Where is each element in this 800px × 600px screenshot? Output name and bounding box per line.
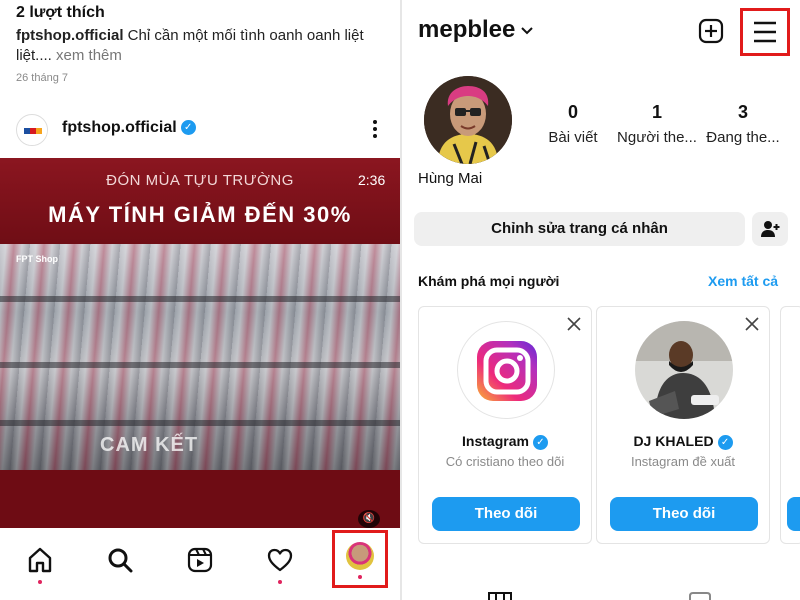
profile-tabs (402, 586, 800, 600)
verified-badge-icon: ✓ (717, 434, 733, 450)
feed-panel: 2 lượt thích fptshop.official Chỉ cần mộ… (0, 0, 400, 600)
promo-banner: ĐÓN MÙA TỰU TRƯỜNG MÁY TÍNH GIẢM ĐẾN 30%… (0, 158, 400, 244)
suggestion-avatar[interactable] (635, 321, 733, 419)
follow-button[interactable]: Theo dõi (432, 497, 580, 531)
tagged-icon[interactable] (688, 592, 712, 600)
post-author-name[interactable]: fptshop.official ✓ (62, 119, 196, 137)
store-photo: FPT Shop CAM KẾT (0, 244, 400, 470)
video-timer: 2:36 (358, 172, 386, 188)
hamburger-menu-icon (754, 21, 776, 43)
profile-panel: mepblee 0 Bài viết 1 Người the... 3 Đang… (402, 0, 800, 600)
post-date: 26 tháng 7 (16, 72, 68, 84)
instagram-logo-icon (477, 341, 537, 401)
discover-people-title: Khám phá mọi người (418, 273, 560, 289)
promo-title: MÁY TÍNH GIẢM ĐẾN 30% (48, 202, 352, 227)
stat-value: 3 (737, 102, 748, 122)
suggestion-reason: Có cristiano theo dõi (445, 454, 565, 469)
reels-icon[interactable] (180, 540, 220, 580)
stat-value: 0 (567, 102, 578, 122)
suggestion-avatar[interactable] (457, 321, 555, 419)
home-icon[interactable] (20, 540, 60, 584)
stat-followers[interactable]: 1 Người the... (614, 102, 700, 146)
promo-subtitle: ĐÓN MÙA TỰU TRƯỜNG (106, 172, 294, 189)
suggestion-name[interactable]: Instagram ✓ (419, 433, 591, 450)
close-icon[interactable] (567, 317, 581, 331)
suggestion-name-label: Instagram (462, 433, 529, 449)
shelf (0, 362, 400, 368)
post-author-avatar[interactable] (16, 114, 48, 146)
discover-people-button[interactable] (752, 212, 788, 246)
store-logo: FPT Shop (16, 254, 58, 264)
likes-count[interactable]: 2 lượt thích (16, 4, 105, 22)
search-icon[interactable] (100, 540, 140, 580)
notification-dot (278, 580, 282, 584)
suggestion-name-label: DJ KHALED (633, 433, 714, 449)
chevron-down-icon[interactable] (520, 26, 534, 36)
profile-avatar (346, 542, 374, 570)
profile-picture[interactable] (424, 76, 512, 164)
verified-badge-icon: ✓ (180, 120, 196, 136)
post-author-label: fptshop.official (62, 119, 177, 136)
promo-overlay-text: CAM KẾT (100, 434, 199, 456)
verified-badge-icon: ✓ (532, 434, 548, 450)
follow-button-partial[interactable] (787, 497, 800, 531)
stat-following[interactable]: 3 Đang the... (700, 102, 786, 146)
suggestion-card[interactable]: DJ KHALED ✓ Instagram đề xuất Theo dõi (596, 306, 770, 544)
stat-label: Người the... (617, 129, 697, 146)
stat-posts[interactable]: 0 Bài viết (530, 102, 616, 146)
dj-khaled-photo (635, 321, 733, 419)
close-icon[interactable] (745, 317, 759, 331)
mute-icon[interactable]: 🔇 (358, 510, 380, 528)
grid-icon[interactable] (488, 592, 512, 600)
follow-button[interactable]: Theo dõi (610, 497, 758, 531)
suggestion-reason: Instagram đề xuất (630, 454, 736, 469)
see-all-link[interactable]: Xem tất cả (708, 273, 778, 289)
post-video[interactable]: ĐÓN MÙA TỰU TRƯỜNG MÁY TÍNH GIẢM ĐẾN 30%… (0, 158, 400, 528)
bottom-nav (0, 528, 400, 600)
display-name: Hùng Mai (418, 170, 483, 187)
stat-value: 1 (651, 102, 662, 122)
nav-profile-highlight[interactable] (332, 530, 388, 588)
see-more-link[interactable]: xem thêm (56, 47, 122, 64)
menu-button[interactable] (740, 8, 790, 56)
stat-label: Bài viết (548, 129, 598, 146)
notification-dot (358, 575, 362, 579)
more-options-icon[interactable] (368, 117, 382, 143)
edit-profile-button[interactable]: Chỉnh sửa trang cá nhân (414, 212, 745, 246)
suggestion-card[interactable]: Instagram ✓ Có cristiano theo dõi Theo dõ… (418, 306, 592, 544)
heart-icon[interactable] (260, 540, 300, 584)
create-post-icon[interactable] (698, 18, 724, 44)
shelf (0, 296, 400, 302)
notification-dot (38, 580, 42, 584)
promo-footer (0, 470, 400, 528)
suggestion-name[interactable]: DJ KHALED ✓ (597, 433, 769, 450)
add-user-icon (761, 221, 780, 237)
post-caption: fptshop.official Chỉ cần một mối tình oa… (16, 26, 388, 66)
caption-username[interactable]: fptshop.official (16, 27, 124, 44)
profile-username[interactable]: mepblee (418, 16, 515, 44)
stat-label: Đang the... (706, 129, 780, 146)
post-header: fptshop.official ✓ (0, 108, 400, 152)
suggestion-card-partial[interactable] (780, 306, 800, 544)
shelf (0, 420, 400, 426)
